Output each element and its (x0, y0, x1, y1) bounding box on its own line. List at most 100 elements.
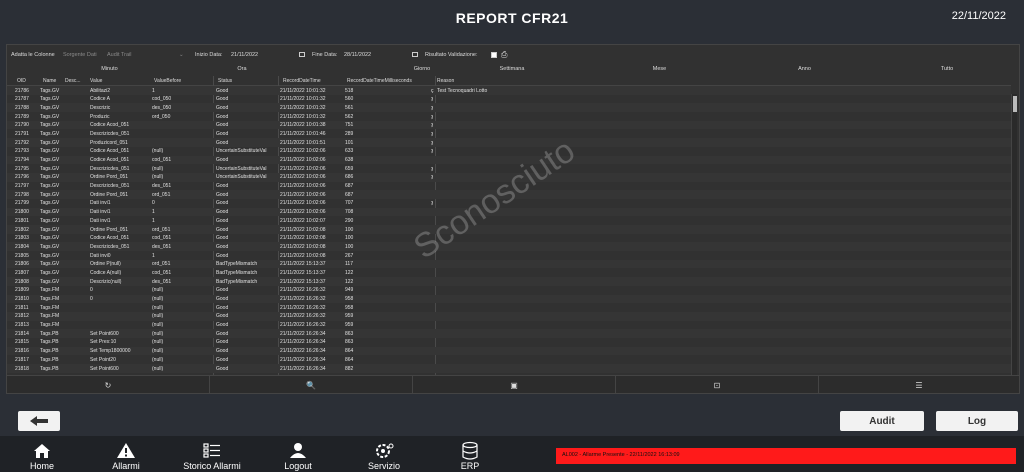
table-row[interactable]: 21814 Tags.PB Set Point600 (null) Good 21/11/… (7, 329, 1011, 338)
nav-servizio[interactable]: Servizio (360, 436, 408, 472)
col-status[interactable]: Status (218, 78, 232, 84)
group-mese[interactable]: Mese (587, 66, 732, 72)
table-row[interactable]: 21788 Tags.GV Descrizic des_050 Good 21/11/20… (7, 103, 1011, 113)
end-date-label: Fine Data: (312, 52, 338, 58)
col-recorddatetime[interactable]: RecordDateTime (283, 78, 321, 84)
log-button[interactable]: Log (936, 411, 1018, 431)
cell-oid: 21795 (15, 165, 29, 172)
nav-erp[interactable]: ERP (450, 436, 490, 472)
cell-valuebefore: des_050 (152, 104, 172, 111)
col-value[interactable]: Value (90, 78, 102, 84)
table-row[interactable]: 21808 Tags.GV Descrizic(null) des_051 BadTyp… (7, 277, 1011, 286)
cell-name: Tags.GV (40, 252, 60, 259)
cell-milliseconds: 687 (345, 191, 354, 198)
col-reason[interactable]: Reason (437, 78, 454, 84)
table-row[interactable]: 21815 Tags.PB Set Pres:10 (null) Good 21/11/2… (7, 338, 1011, 347)
nav-home[interactable]: Home (22, 436, 62, 472)
table-row[interactable]: 21801 Tags.GV Dati invi1 1 Good 21/11/2022 10… (7, 216, 1011, 225)
col-valuebefore[interactable]: ValueBefore (154, 78, 181, 84)
table-row[interactable]: 21791 Tags.GV Descrizicdes_051 Good 21/11/20… (7, 129, 1011, 138)
group-tutto[interactable]: Tutto (877, 66, 1017, 72)
search-report-button[interactable]: 🔍 (210, 376, 413, 394)
fit-columns-label[interactable]: Adatta le Colonne (11, 52, 55, 58)
cell-valuebefore: des_051 (152, 183, 172, 190)
cell-oid: 21794 (15, 157, 29, 163)
table-row[interactable]: 21816 Tags.PB Set Temp1800000 (null) Good 21/… (7, 346, 1011, 356)
table-row[interactable]: 21806 Tags.GV Ordine P(null) ord_051 BadType… (7, 259, 1011, 269)
cell-status: Good (216, 322, 229, 329)
cell-oid: 21810 (15, 296, 29, 302)
table-row[interactable]: 21790 Tags.GV Codice Acod_051 Good 21/11/202… (7, 120, 1011, 130)
table-row[interactable]: 21794 Tags.GV Codice Acod_051 cod_051 Good 21… (7, 155, 1011, 165)
list-button[interactable]: ☰ (819, 376, 1019, 394)
table-row[interactable]: 21802 Tags.GV Ordine Pord_051 ord_051 Good 21… (7, 225, 1011, 234)
validation-checkbox[interactable] (491, 52, 497, 58)
nav-storico-allarmi[interactable]: Storico Allarmi (176, 436, 248, 472)
calendar-icon[interactable] (299, 52, 305, 57)
cell-valuebefore: ord_050 (152, 113, 171, 120)
source-select[interactable]: Audit Trail (107, 52, 131, 58)
cell-name: Tags.GV (40, 183, 60, 190)
table-row[interactable]: 21813 Tags.FM (null) Good 21/11/2022 16:26:3… (7, 321, 1011, 330)
table-row[interactable]: 21804 Tags.GV Descrizicdes_051 des_051 Good 2… (7, 242, 1011, 252)
export-button[interactable]: ▣ (413, 376, 616, 394)
cell-recorddatetime: 21/11/2022 10:02:06 (280, 148, 326, 155)
table-row[interactable]: 21805 Tags.GV Dati invi0 1 Good 21/11/2022 10… (7, 251, 1011, 260)
refresh-button[interactable]: ↻ (7, 376, 210, 394)
group-settimana[interactable]: Settimana (437, 66, 587, 72)
printer-icon[interactable]: ⎙ (501, 50, 507, 60)
cell-name: Tags.PB (40, 339, 59, 346)
table-row[interactable]: 21792 Tags.GV Produzicord_051 Good 21/11/202… (7, 138, 1011, 147)
start-date-field[interactable]: 21/11/2022 (231, 52, 258, 58)
cell-status: Good (216, 113, 229, 120)
report-panel: Adatta le Colonne Sorgente Dati Audit Tr… (6, 44, 1020, 394)
table-row[interactable]: 21786 Tags.GV Abilitazi2 1 Good 21/11/2022 10… (7, 86, 1011, 95)
cell-value: Dati invi1 (90, 200, 111, 207)
end-date-field[interactable]: 28/11/2022 (344, 52, 371, 58)
table-row[interactable]: 21812 Tags.FM (null) Good 21/11/2022 16:26:3… (7, 311, 1011, 321)
table-row[interactable]: 21818 Tags.PB Set Point600 (null) Good 21/11/… (7, 364, 1011, 373)
nav-allarmi[interactable]: Allarmi (104, 436, 148, 472)
cell-name: Tags.GV (40, 104, 60, 111)
group-ora[interactable]: Ora (212, 66, 272, 72)
cell-milliseconds: 122 (345, 269, 354, 276)
cell-name: Tags.GV (40, 226, 60, 233)
cell-value: Dati invi1 (90, 209, 111, 216)
table-row[interactable]: 21787 Tags.GV Codice A cod_050 Good 21/11/202… (7, 95, 1011, 104)
nav-logout[interactable]: Logout (276, 436, 320, 472)
audit-button[interactable]: Audit (840, 411, 924, 431)
table-row[interactable]: 21817 Tags.PB Set Point20 (null) Good 21/11/2… (7, 355, 1011, 364)
back-button[interactable] (18, 411, 60, 431)
table-row[interactable]: 21810 Tags.FM 0 (null) Good 21/11/2022 16:26:… (7, 294, 1011, 304)
col-milliseconds[interactable]: RecordDateTimeMilliseconds (347, 78, 412, 84)
table-row[interactable]: 21807 Tags.GV Codice A(null) cod_051 BadType… (7, 268, 1011, 277)
cell-oid: 21808 (15, 278, 29, 285)
cell-recorddatetime: 21/11/2022 16:26:34 (280, 356, 326, 363)
alarm-banner[interactable]: AL002 - Allarme Presente - 22/11/2022 16… (556, 448, 1016, 464)
scrollbar-thumb[interactable] (1013, 96, 1017, 112)
cell-milliseconds: 562 (345, 113, 354, 120)
cell-recorddatetime: 21/11/2022 10:02:06 (280, 165, 326, 172)
cell-milliseconds: 518 (345, 87, 354, 94)
cell-name: Tags.GV (40, 235, 60, 242)
col-desc[interactable]: Desc... (65, 78, 81, 84)
cell-value: 0 (90, 287, 93, 294)
col-name[interactable]: Name (43, 78, 56, 84)
table-row[interactable]: 21789 Tags.GV Produzic ord_050 Good 21/11/202… (7, 112, 1011, 121)
table-row[interactable]: 21793 Tags.GV Codice Acod_051 (null) Uncerta… (7, 147, 1011, 156)
group-anno[interactable]: Anno (732, 66, 877, 72)
cell-oid: 21786 (15, 87, 29, 94)
calendar-icon[interactable] (412, 52, 418, 57)
chevron-down-icon[interactable]: ⌄ (179, 52, 184, 58)
cell-status: Good (216, 304, 229, 311)
cell-value: Descrizicdes_051 (90, 165, 130, 172)
cell-milliseconds: 958 (345, 304, 354, 311)
table-row[interactable]: 21809 Tags.FM 0 (null) Good 21/11/2022 16:26:… (7, 286, 1011, 295)
table-row[interactable]: 21803 Tags.GV Codice Acod_051 cod_051 Good 21… (7, 234, 1011, 243)
pdf-button[interactable]: ⊡ (616, 376, 819, 394)
vertical-scrollbar[interactable] (1011, 94, 1017, 376)
group-minuto[interactable]: Minuto (7, 66, 212, 72)
table-row[interactable]: 21811 Tags.FM (null) Good 21/11/2022 16:26:3… (7, 303, 1011, 312)
col-oid[interactable]: OID (17, 78, 26, 84)
cell-value: Ordine P(null) (90, 261, 121, 268)
